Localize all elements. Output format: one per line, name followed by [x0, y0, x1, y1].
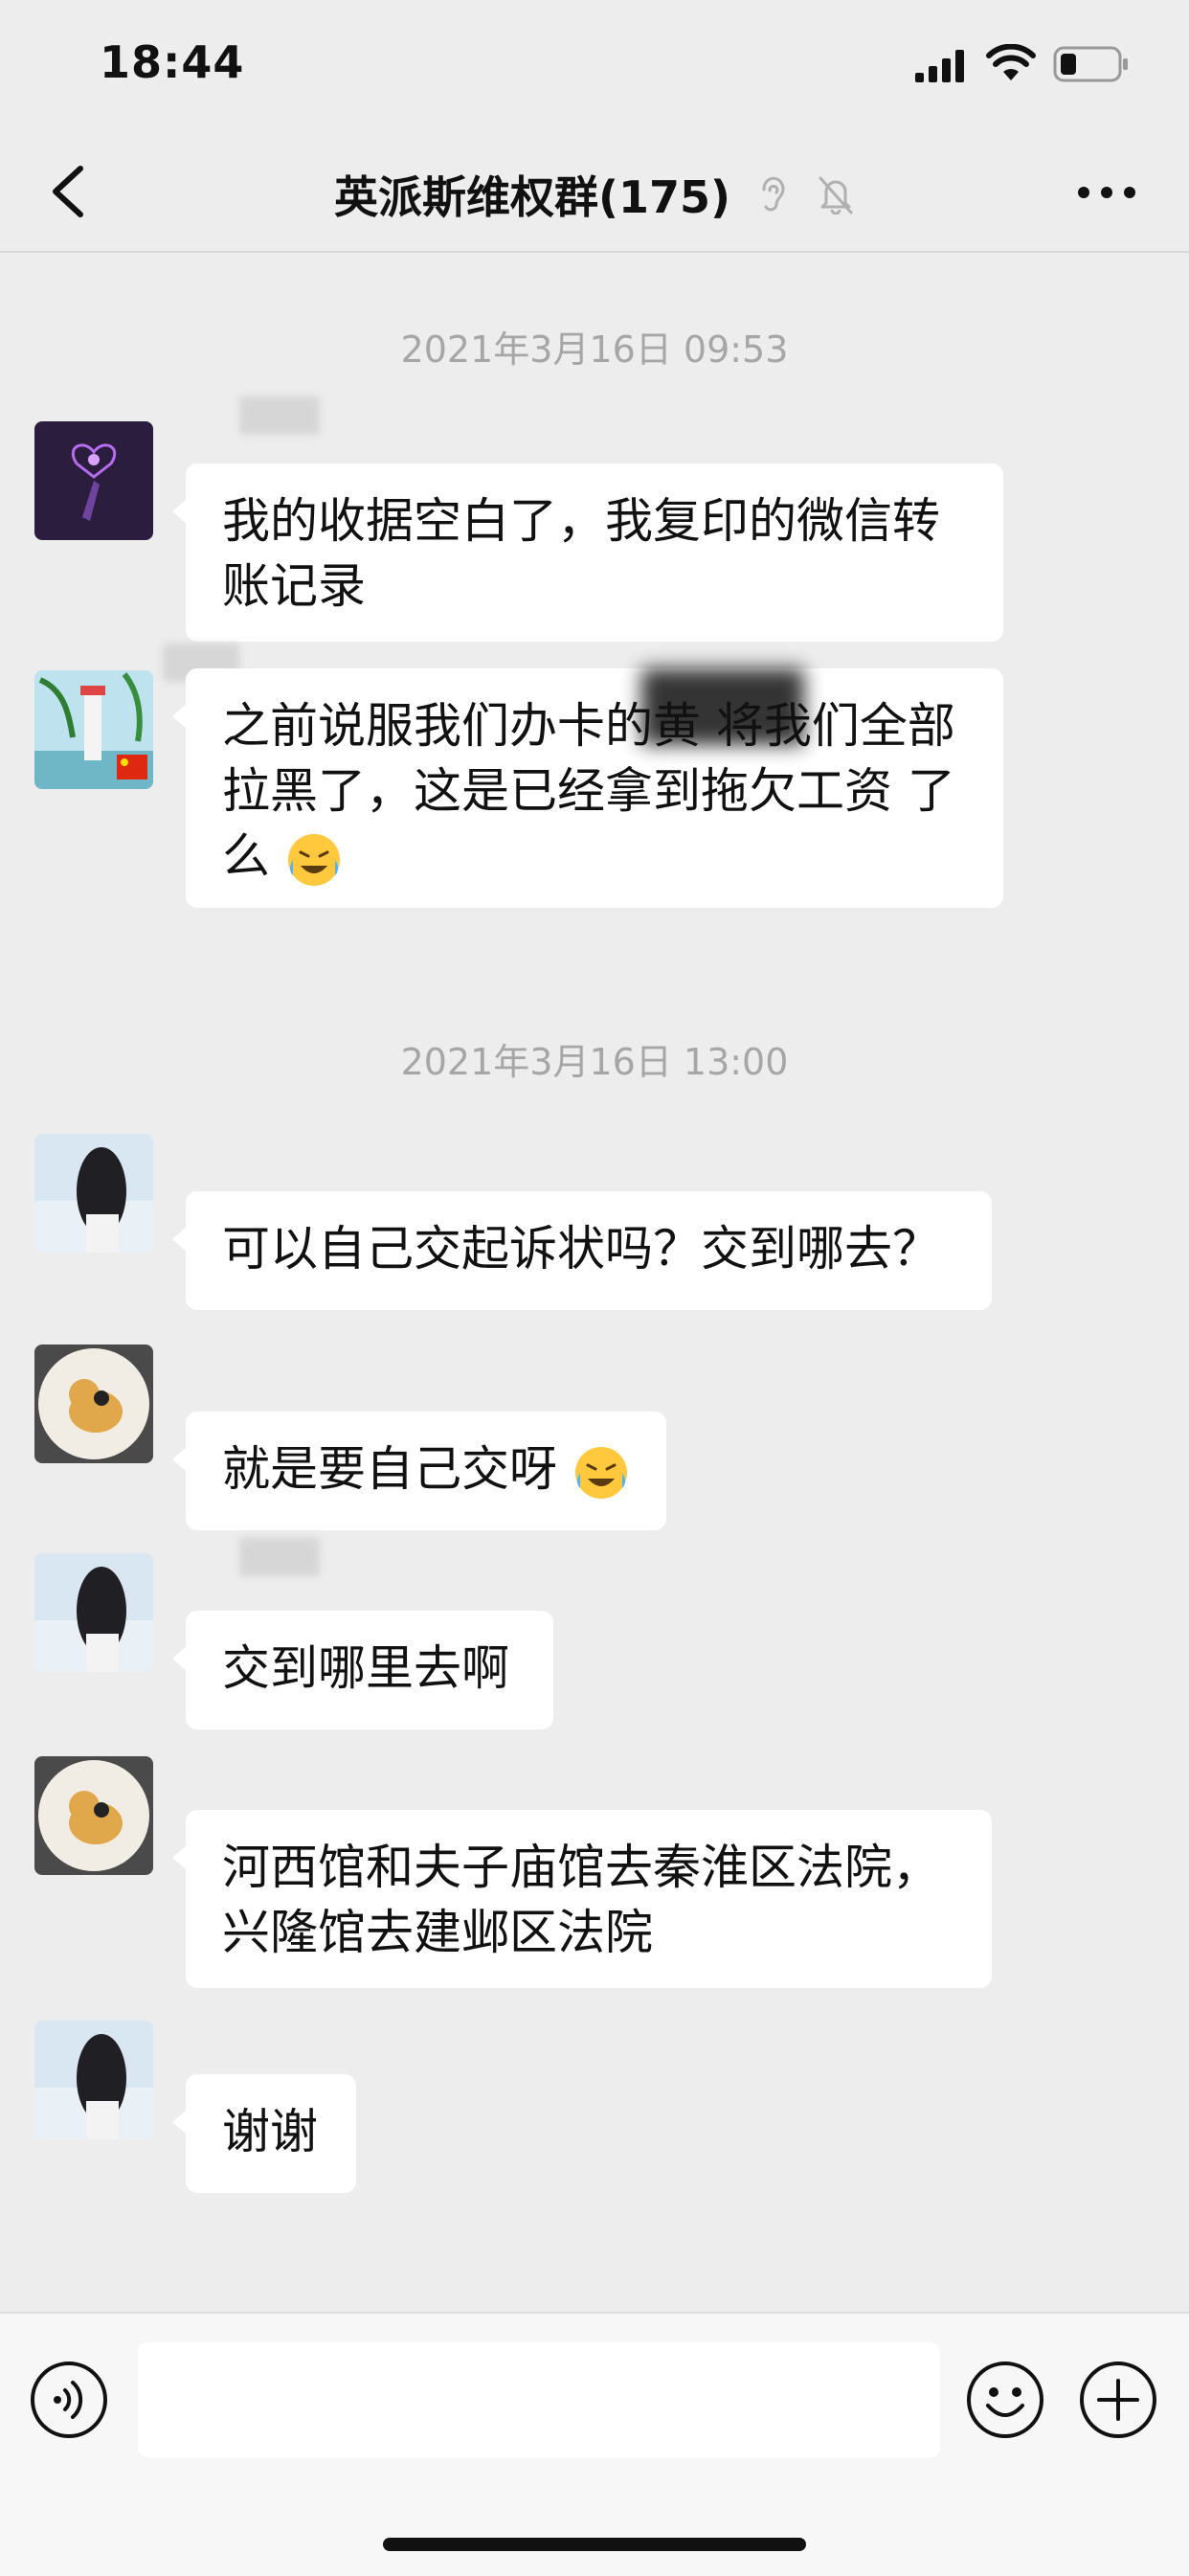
avatar-girl-sea-image	[34, 1134, 153, 1253]
message-bubble[interactable]: 谢谢	[172, 2074, 356, 2193]
avatar[interactable]	[34, 670, 153, 789]
avatar[interactable]	[34, 1134, 153, 1253]
avatar[interactable]	[34, 2021, 153, 2139]
timestamp: 2021年3月16日 13:00	[400, 1041, 789, 1083]
wifi-icon	[986, 44, 1036, 80]
message-input[interactable]	[138, 2342, 940, 2457]
avatar[interactable]	[34, 1553, 153, 1672]
avatar[interactable]	[34, 421, 153, 540]
message-row: 河西馆和夫子庙馆去秦淮区法院，兴隆馆去建邺区法院	[0, 1749, 1189, 1998]
status-time: 18:44	[100, 36, 245, 88]
status-bar: 18:44	[0, 0, 1189, 134]
message-bubble[interactable]: 可以自己交起诉状吗？交到哪去？	[172, 1191, 992, 1310]
message-bubble[interactable]: 河西馆和夫子庙馆去秦淮区法院，兴隆馆去建邺区法院	[172, 1810, 992, 1988]
mute-icon	[819, 176, 853, 215]
timestamp: 2021年3月16日 09:53	[400, 328, 789, 371]
input-bar	[0, 2312, 1189, 2576]
message-bubble[interactable]: 我的收据空白了，我复印的微信转账记录	[172, 463, 1003, 642]
sender-name-redacted	[239, 396, 320, 435]
avatar-girl-sea-image	[34, 1553, 153, 1672]
chat-title: 英派斯维权群(175)	[333, 171, 731, 223]
message-bubble[interactable]: 就是要自己交呀	[172, 1412, 666, 1530]
chat-title-container[interactable]: 英派斯维权群(175)	[0, 163, 1189, 226]
plus-icon[interactable]	[1078, 2360, 1158, 2440]
signal-icon	[915, 50, 964, 82]
emoji-icon[interactable]	[965, 2360, 1045, 2440]
message-row: 就是要自己交呀	[0, 1335, 1189, 1530]
redaction-block	[641, 668, 804, 745]
message-row: 之前说服我们办卡的黄 将我们全部拉黑了，这是已经拿到拖欠工资 了么	[0, 644, 1189, 965]
voice-input-icon[interactable]	[29, 2360, 109, 2440]
more-button[interactable]	[1076, 178, 1137, 207]
message-row: 交到哪里去啊	[0, 1538, 1189, 1735]
message-text: 交到哪里去啊	[222, 1640, 509, 1696]
message-text: 河西馆和夫子庙馆去秦淮区法院，兴隆馆去建邺区法院	[222, 1840, 940, 1960]
battery-icon	[1053, 46, 1128, 82]
message-row: 我的收据空白了，我复印的微信转账记录	[0, 396, 1189, 642]
crying-laughing-emoji-icon	[574, 1446, 627, 1499]
message-text: 我的收据空白了，我复印的微信转账记录	[222, 493, 940, 614]
message-row: 谢谢	[0, 2011, 1189, 2203]
avatar[interactable]	[34, 1344, 153, 1463]
message-text: 可以自己交起诉状吗？交到哪去？	[222, 1221, 940, 1277]
message-text: 谢谢	[222, 2104, 318, 2159]
crying-laughing-emoji-icon	[287, 833, 340, 886]
message-bubble[interactable]: 交到哪里去啊	[172, 1611, 553, 1729]
avatar-girl-sea-image	[34, 2021, 153, 2139]
avatar-lighthouse-image	[34, 670, 153, 789]
avatar-shiba-dog-image	[34, 1756, 153, 1875]
nav-bar: 英派斯维权群(175)	[0, 134, 1189, 251]
message-bubble[interactable]: 之前说服我们办卡的黄 将我们全部拉黑了，这是已经拿到拖欠工资 了么	[172, 668, 1003, 908]
message-row: 可以自己交起诉状吗？交到哪去？	[0, 1124, 1189, 1316]
ear-icon	[762, 176, 785, 212]
home-indicator[interactable]	[383, 2538, 806, 2551]
message-text: 就是要自己交呀	[222, 1441, 557, 1497]
sender-name-redacted	[239, 1538, 320, 1576]
avatar-neon-heart-image	[34, 421, 153, 540]
avatar[interactable]	[34, 1756, 153, 1875]
chat-area[interactable]: 2021年3月16日 09:53 我的收据空白了，我复印的微信转账记录 之前说服…	[0, 253, 1189, 2312]
avatar-shiba-dog-image	[34, 1344, 153, 1463]
